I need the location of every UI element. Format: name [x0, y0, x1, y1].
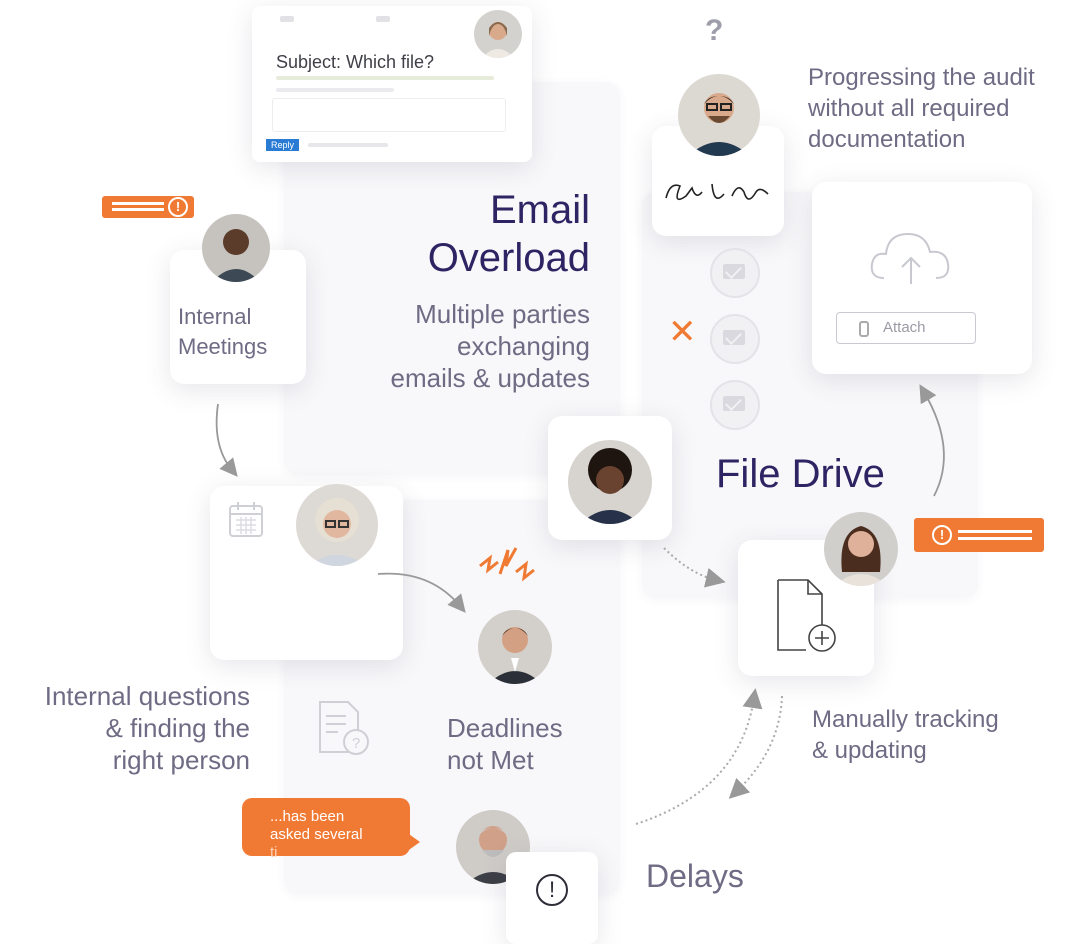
arrow-dotted-delays-up — [635, 688, 763, 825]
arrow-meetings-to-calendar — [215, 403, 238, 477]
arrow-dotted-to-file — [663, 547, 726, 588]
flow-arrows — [215, 384, 945, 825]
arrow-filedrive-to-upload — [919, 384, 945, 497]
arrow-calendar-to-deadlines — [377, 572, 466, 613]
arrow-dotted-down — [728, 695, 783, 799]
